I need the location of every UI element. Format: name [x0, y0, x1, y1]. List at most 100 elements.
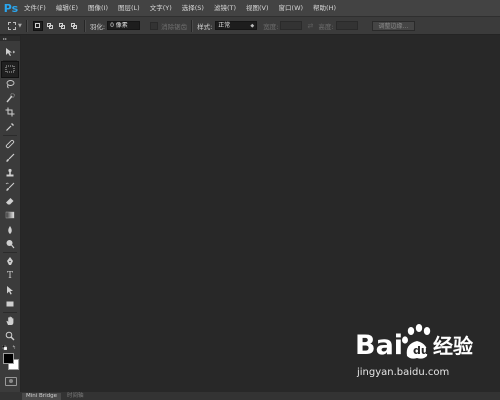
- menu-file[interactable]: 文件(F): [20, 0, 51, 16]
- new-selection-icon: [35, 23, 41, 28]
- brush-tool[interactable]: [2, 151, 18, 165]
- crop-tool[interactable]: [2, 105, 18, 119]
- watermark-url: jingyan.baidu.com: [357, 367, 450, 378]
- add-selection-icon: [46, 22, 53, 29]
- pen-tool[interactable]: [2, 254, 18, 268]
- clone-stamp-tool[interactable]: [2, 165, 18, 179]
- style-label: 样式:: [197, 22, 213, 31]
- pen-icon: [7, 257, 13, 266]
- intersect-selection-button[interactable]: [69, 21, 79, 31]
- divider: [3, 312, 17, 314]
- feather-label: 羽化:: [89, 22, 106, 31]
- eraser-tool[interactable]: [2, 194, 18, 208]
- swap-width-height-icon[interactable]: ⇄: [307, 22, 313, 30]
- move-icon: [6, 48, 15, 57]
- photoshop-logo[interactable]: Ps: [2, 0, 20, 16]
- antialias-label: 消除锯齿: [161, 22, 188, 31]
- chevron-updown-icon: ◆: [250, 23, 255, 29]
- svg-text:Bai: Bai: [355, 330, 403, 361]
- svg-text:du: du: [413, 344, 429, 357]
- svg-text:经验: 经验: [433, 334, 473, 358]
- hand-icon: [6, 317, 14, 326]
- crop-icon: [5, 107, 15, 117]
- baidu-jingyan-logo: Bai du 经验: [355, 324, 473, 361]
- color-swatches: ↰: [2, 345, 19, 370]
- marquee-icon: [5, 66, 15, 73]
- intersect-selection-icon: [70, 22, 77, 29]
- baidu-jingyan-watermark: Bai du 经验 jingyan.baidu.com: [355, 322, 495, 392]
- menu-edit[interactable]: 编辑(E): [51, 0, 83, 16]
- lasso-tool[interactable]: [2, 77, 18, 91]
- rectangle-shape-icon: [6, 301, 14, 307]
- rectangle-shape-tool[interactable]: [2, 297, 18, 311]
- quick-mask-icon[interactable]: [5, 377, 17, 386]
- menu-window[interactable]: 窗口(W): [274, 0, 309, 16]
- height-input[interactable]: [335, 21, 358, 30]
- path-select-icon: [7, 285, 13, 295]
- brush-icon: [6, 153, 15, 163]
- type-tool[interactable]: T: [2, 268, 18, 282]
- divider: [25, 19, 28, 32]
- blur-tool[interactable]: [2, 223, 18, 237]
- style-select[interactable]: 正常 ◆: [215, 21, 258, 30]
- menu-bar: Ps 文件(F) 编辑(E) 图像(I) 图层(L) 文字(Y) 选择(S) 滤…: [0, 0, 500, 17]
- history-brush-tool[interactable]: [2, 180, 18, 194]
- lasso-icon: [6, 79, 15, 89]
- subtract-selection-button[interactable]: [57, 21, 67, 31]
- divider: [83, 19, 86, 32]
- blur-icon: [8, 225, 12, 234]
- menu-filter[interactable]: 滤镜(T): [209, 0, 241, 16]
- path-select-tool[interactable]: [2, 283, 18, 297]
- divider: [3, 60, 17, 62]
- menu-type[interactable]: 文字(Y): [145, 0, 177, 16]
- new-selection-button[interactable]: [32, 20, 43, 31]
- type-icon: T: [6, 270, 13, 281]
- tab-timeline[interactable]: 时间轴: [63, 393, 88, 400]
- width-label: 宽度:: [263, 22, 279, 31]
- quick-select-icon: [6, 93, 15, 103]
- move-tool[interactable]: [2, 45, 18, 59]
- clone-stamp-icon: [6, 168, 14, 177]
- options-bar: ▼ 羽化: 0 像素 消除锯齿 样式: 正常 ◆ 宽度: ⇄ 高度: 调整边缘.…: [0, 17, 500, 35]
- style-value: 正常: [218, 22, 231, 29]
- hand-tool[interactable]: [2, 314, 18, 328]
- menu-view[interactable]: 视图(V): [241, 0, 274, 16]
- healing-brush-tool[interactable]: [2, 137, 18, 151]
- width-input[interactable]: [280, 21, 303, 30]
- marquee-preset-icon: [8, 21, 16, 30]
- swap-colors-icon[interactable]: ↰: [12, 345, 16, 351]
- default-colors-icon[interactable]: [2, 345, 7, 350]
- quick-select-tool[interactable]: [2, 91, 18, 105]
- zoom-icon: [5, 331, 15, 341]
- foreground-color-swatch[interactable]: [3, 353, 14, 364]
- add-to-selection-button[interactable]: [45, 21, 55, 31]
- menu-image[interactable]: 图像(I): [83, 0, 113, 16]
- antialias-checkbox[interactable]: [150, 21, 159, 30]
- dodge-tool[interactable]: [2, 237, 18, 251]
- divider: [3, 252, 17, 254]
- subtract-selection-icon: [58, 22, 65, 29]
- tools-panel: ▸▸ T ↰: [0, 36, 21, 392]
- divider: [191, 19, 194, 32]
- height-label: 高度:: [318, 22, 334, 31]
- healing-brush-icon: [5, 139, 15, 149]
- chevron-down-icon: ▼: [18, 22, 22, 29]
- eraser-icon: [6, 198, 14, 205]
- tool-preset-picker[interactable]: ▼: [8, 21, 22, 30]
- refine-edge-button[interactable]: 调整边缘...: [371, 20, 416, 31]
- dodge-icon: [6, 240, 15, 249]
- zoom-tool[interactable]: [2, 329, 18, 343]
- bottom-panel-tabs: Mini Bridge 时间轴: [0, 392, 500, 400]
- eyedropper-tool[interactable]: [2, 119, 18, 133]
- gradient-icon: [5, 212, 15, 219]
- tab-mini-bridge[interactable]: Mini Bridge: [22, 393, 61, 400]
- feather-input[interactable]: 0 像素: [107, 21, 141, 30]
- divider: [3, 134, 17, 136]
- marquee-tool[interactable]: [1, 61, 19, 78]
- menu-layer[interactable]: 图层(L): [113, 0, 145, 16]
- menu-select[interactable]: 选择(S): [177, 0, 209, 16]
- menu-help[interactable]: 帮助(H): [308, 0, 341, 16]
- gradient-tool[interactable]: [2, 208, 18, 222]
- history-brush-icon: [5, 182, 15, 191]
- eyedropper-icon: [6, 122, 14, 131]
